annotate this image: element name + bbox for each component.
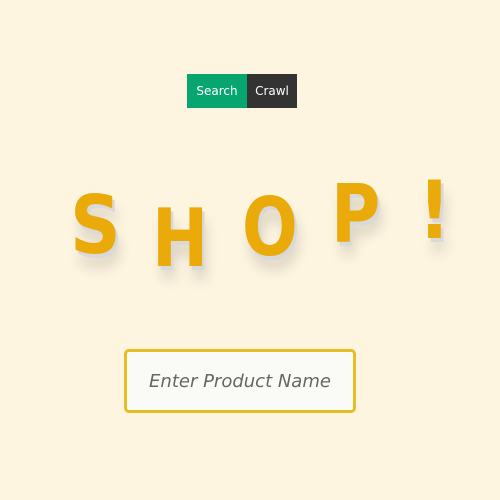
tab-search[interactable]: Search (187, 74, 247, 108)
page: Search Crawl S H O P ! (0, 0, 500, 500)
headline-letter-exclamation: ! (418, 164, 451, 257)
product-search-box (124, 349, 356, 413)
tab-bar: Search Crawl (187, 74, 297, 108)
headline-letter-o: O (242, 181, 298, 274)
headline-letter-p: P (331, 168, 381, 261)
headline-letter-s: S (70, 179, 121, 272)
tab-crawl[interactable]: Crawl (247, 74, 297, 108)
headline-letter-h: H (152, 192, 209, 285)
product-name-input[interactable] (133, 369, 347, 393)
